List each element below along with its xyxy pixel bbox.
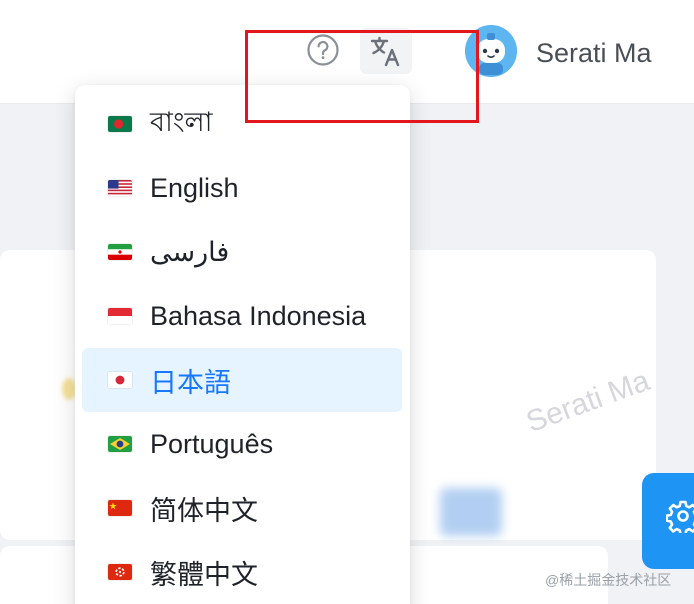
decorative-blob bbox=[440, 488, 502, 536]
footer-credit: @稀土掘金技术社区 bbox=[545, 572, 672, 588]
hong-kong-flag-icon bbox=[108, 564, 132, 580]
language-option-label: বাংলা bbox=[150, 106, 213, 137]
language-option-label: 简体中文 bbox=[150, 495, 258, 526]
language-option-portuguese[interactable]: Português bbox=[82, 412, 402, 476]
china-flag-icon bbox=[108, 500, 132, 516]
language-option-label: English bbox=[150, 172, 239, 203]
language-option-english[interactable]: English bbox=[82, 156, 402, 220]
bangladesh-flag-icon bbox=[108, 116, 132, 132]
language-option-label: فارسی bbox=[150, 236, 230, 267]
user-avatar[interactable] bbox=[465, 25, 517, 77]
indonesia-flag-icon bbox=[108, 308, 132, 324]
language-option-bengali[interactable]: বাংলা bbox=[82, 92, 402, 156]
language-dropdown: বাংলা English فارسی Bahasa Indonesia 日本語… bbox=[75, 85, 410, 604]
language-option-traditional-chinese[interactable]: 繁體中文 bbox=[82, 540, 402, 604]
user-name[interactable]: Serati Ma bbox=[536, 38, 652, 69]
question-circle-icon[interactable] bbox=[306, 33, 340, 67]
language-option-indonesian[interactable]: Bahasa Indonesia bbox=[82, 284, 402, 348]
language-option-japanese[interactable]: 日本語 bbox=[82, 348, 402, 412]
iran-flag-icon bbox=[108, 244, 132, 260]
gear-icon bbox=[666, 500, 694, 533]
language-option-label: 繁體中文 bbox=[150, 559, 258, 590]
settings-button[interactable] bbox=[642, 473, 694, 569]
japan-flag-icon bbox=[108, 372, 132, 388]
language-option-simplified-chinese[interactable]: 简体中文 bbox=[82, 476, 402, 540]
language-option-label: Bahasa Indonesia bbox=[150, 300, 367, 331]
translate-icon[interactable] bbox=[360, 28, 412, 74]
decorative-blob bbox=[62, 378, 76, 400]
language-option-label: 日本語 bbox=[150, 367, 231, 398]
usa-flag-icon bbox=[108, 180, 132, 196]
brazil-flag-icon bbox=[108, 436, 132, 452]
language-option-label: Português bbox=[150, 428, 274, 459]
language-option-persian[interactable]: فارسی bbox=[82, 220, 402, 284]
robot-avatar-icon bbox=[465, 25, 517, 77]
